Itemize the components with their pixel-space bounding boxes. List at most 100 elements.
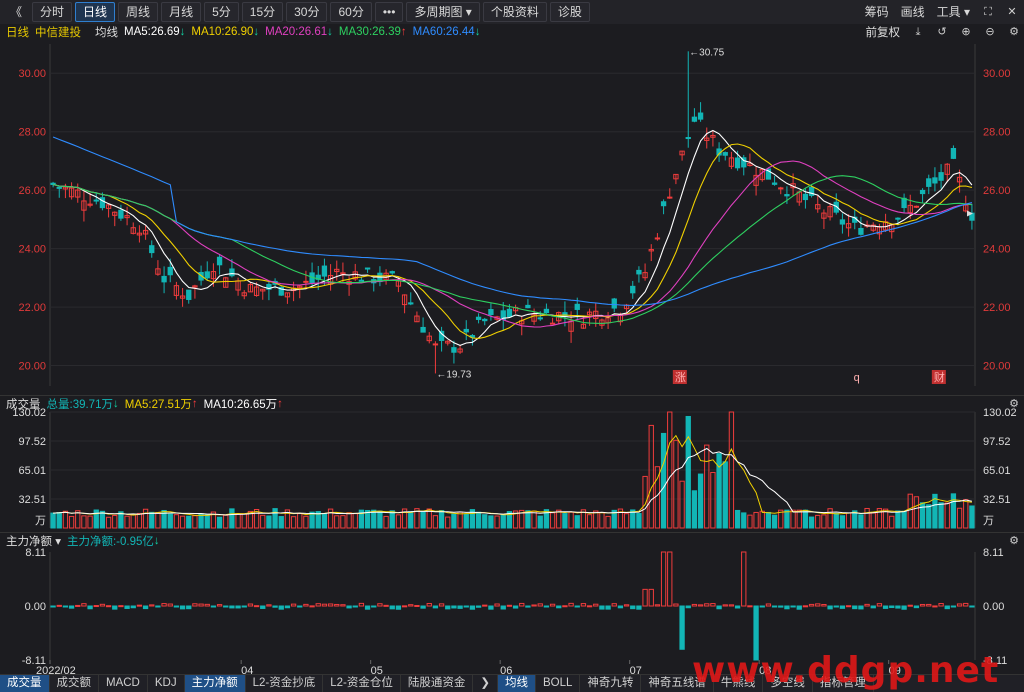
volume-bar xyxy=(173,514,180,529)
indicator-tab-3[interactable]: KDJ xyxy=(148,675,185,692)
volume-bar xyxy=(784,509,790,529)
volume-bar xyxy=(697,473,704,529)
net-bar xyxy=(944,605,950,610)
volume-bar xyxy=(142,508,149,529)
candle-body xyxy=(149,245,155,254)
candle-body xyxy=(611,298,617,309)
volume-ma5: MA5:27.51万 xyxy=(124,399,192,411)
net-bar xyxy=(309,605,315,608)
indicator-tab-8[interactable]: 均线 xyxy=(498,675,536,692)
volume-bar xyxy=(463,513,469,529)
volume-bar xyxy=(500,514,506,529)
volume-bar xyxy=(290,516,297,529)
volume-bar xyxy=(771,514,778,529)
volume-bar xyxy=(568,511,574,529)
candle-body xyxy=(919,189,926,195)
net-bar xyxy=(389,605,395,610)
net-bar xyxy=(506,604,513,607)
volume-bar xyxy=(586,514,593,529)
volume-bar xyxy=(321,512,328,529)
indicator-tab-4[interactable]: 主力净额 xyxy=(184,675,246,692)
indicator-tab-2[interactable]: MACD xyxy=(99,675,148,692)
volume-info-bar: 成交量 总量:39.71万 ↓ MA5:27.51万 ↑ MA10:26.65万 ↑ … xyxy=(0,395,1024,412)
net-bar xyxy=(50,605,56,608)
net-bar xyxy=(414,604,420,607)
volume-bar xyxy=(136,512,143,529)
volume-bar xyxy=(475,511,482,529)
indicator-tab-9[interactable]: BOLL xyxy=(536,675,581,692)
indicator-tab-6[interactable]: L2-资金仓位 xyxy=(323,675,401,692)
indicator-tab-7[interactable]: 陆股通资金 xyxy=(401,675,474,692)
volume-ma-line xyxy=(53,434,972,516)
volume-bar xyxy=(334,515,340,529)
volume-bar xyxy=(408,511,414,529)
candle-body xyxy=(784,194,790,197)
scroll-right-icon[interactable]: ❯ xyxy=(473,675,498,692)
candle-body xyxy=(630,285,636,294)
volume-bar xyxy=(223,514,229,529)
net-bar xyxy=(235,605,241,609)
volume-bar xyxy=(371,509,377,529)
price-tick-label-right: 20.00 xyxy=(983,361,1011,373)
indicator-tab-1[interactable]: 成交额 xyxy=(50,675,99,692)
candle-body xyxy=(660,201,667,207)
volume-bar xyxy=(155,512,161,529)
net-bar xyxy=(963,602,969,607)
volume-bar xyxy=(327,508,334,529)
candle-body xyxy=(574,303,580,310)
stock-chart[interactable]: 30.00 30.00 28.00 28.00 26.00 26.00 24.00 24.00… xyxy=(0,0,1024,691)
net-bar xyxy=(475,605,482,608)
net-bar xyxy=(636,605,642,610)
net-bar xyxy=(716,605,722,610)
net-bar xyxy=(142,605,149,610)
net-bar xyxy=(648,588,654,607)
net-indicator-select[interactable]: 主力净额 ▾ xyxy=(6,533,61,549)
net-bar xyxy=(364,605,371,610)
volume-bar xyxy=(531,510,537,529)
candle-body xyxy=(802,193,809,201)
volume-label[interactable]: 成交量 xyxy=(6,396,41,412)
net-bar xyxy=(272,605,278,608)
net-bar xyxy=(815,603,821,607)
volume-bar xyxy=(62,510,69,529)
volume-bar xyxy=(802,509,809,529)
indicator-tab-5[interactable]: L2-资金抄底 xyxy=(246,675,324,692)
volume-bar xyxy=(759,510,765,529)
net-bar xyxy=(956,603,963,607)
indicator-tab-10[interactable]: 神奇九转 xyxy=(580,675,642,692)
volume-bar xyxy=(198,513,204,529)
net-bar xyxy=(186,605,192,610)
net-bar xyxy=(593,603,599,607)
net-bar xyxy=(56,604,62,607)
gear-icon[interactable]: ⚙ xyxy=(1008,398,1020,410)
net-bar xyxy=(377,603,383,607)
net-bar xyxy=(438,603,445,607)
net-bar xyxy=(451,605,457,609)
net-bar xyxy=(611,603,617,607)
candle-body xyxy=(482,318,488,322)
net-bar xyxy=(179,605,186,610)
volume-bar xyxy=(969,505,975,529)
volume-bar xyxy=(599,512,605,529)
gear-icon[interactable]: ⚙ xyxy=(1008,535,1020,547)
candle-body xyxy=(654,237,661,240)
net-bar xyxy=(149,604,155,607)
candle-body xyxy=(303,280,309,283)
volume-bar xyxy=(833,512,839,529)
net-bar xyxy=(784,605,790,610)
up-arrow-icon: ↑ xyxy=(277,398,283,410)
volume-bar xyxy=(963,499,969,529)
volume-bar xyxy=(889,515,895,529)
net-bar xyxy=(229,605,235,609)
net-bar xyxy=(93,605,99,608)
net-bar xyxy=(284,605,291,609)
volume-bar xyxy=(605,515,611,529)
candle-body xyxy=(858,227,864,235)
candle-body xyxy=(926,178,932,187)
candle-body xyxy=(204,271,210,279)
volume-bar xyxy=(537,515,543,529)
volume-bar xyxy=(451,513,457,529)
indicator-tab-0[interactable]: 成交量 xyxy=(0,675,50,692)
net-bar xyxy=(679,605,685,650)
net-bar xyxy=(371,605,377,608)
